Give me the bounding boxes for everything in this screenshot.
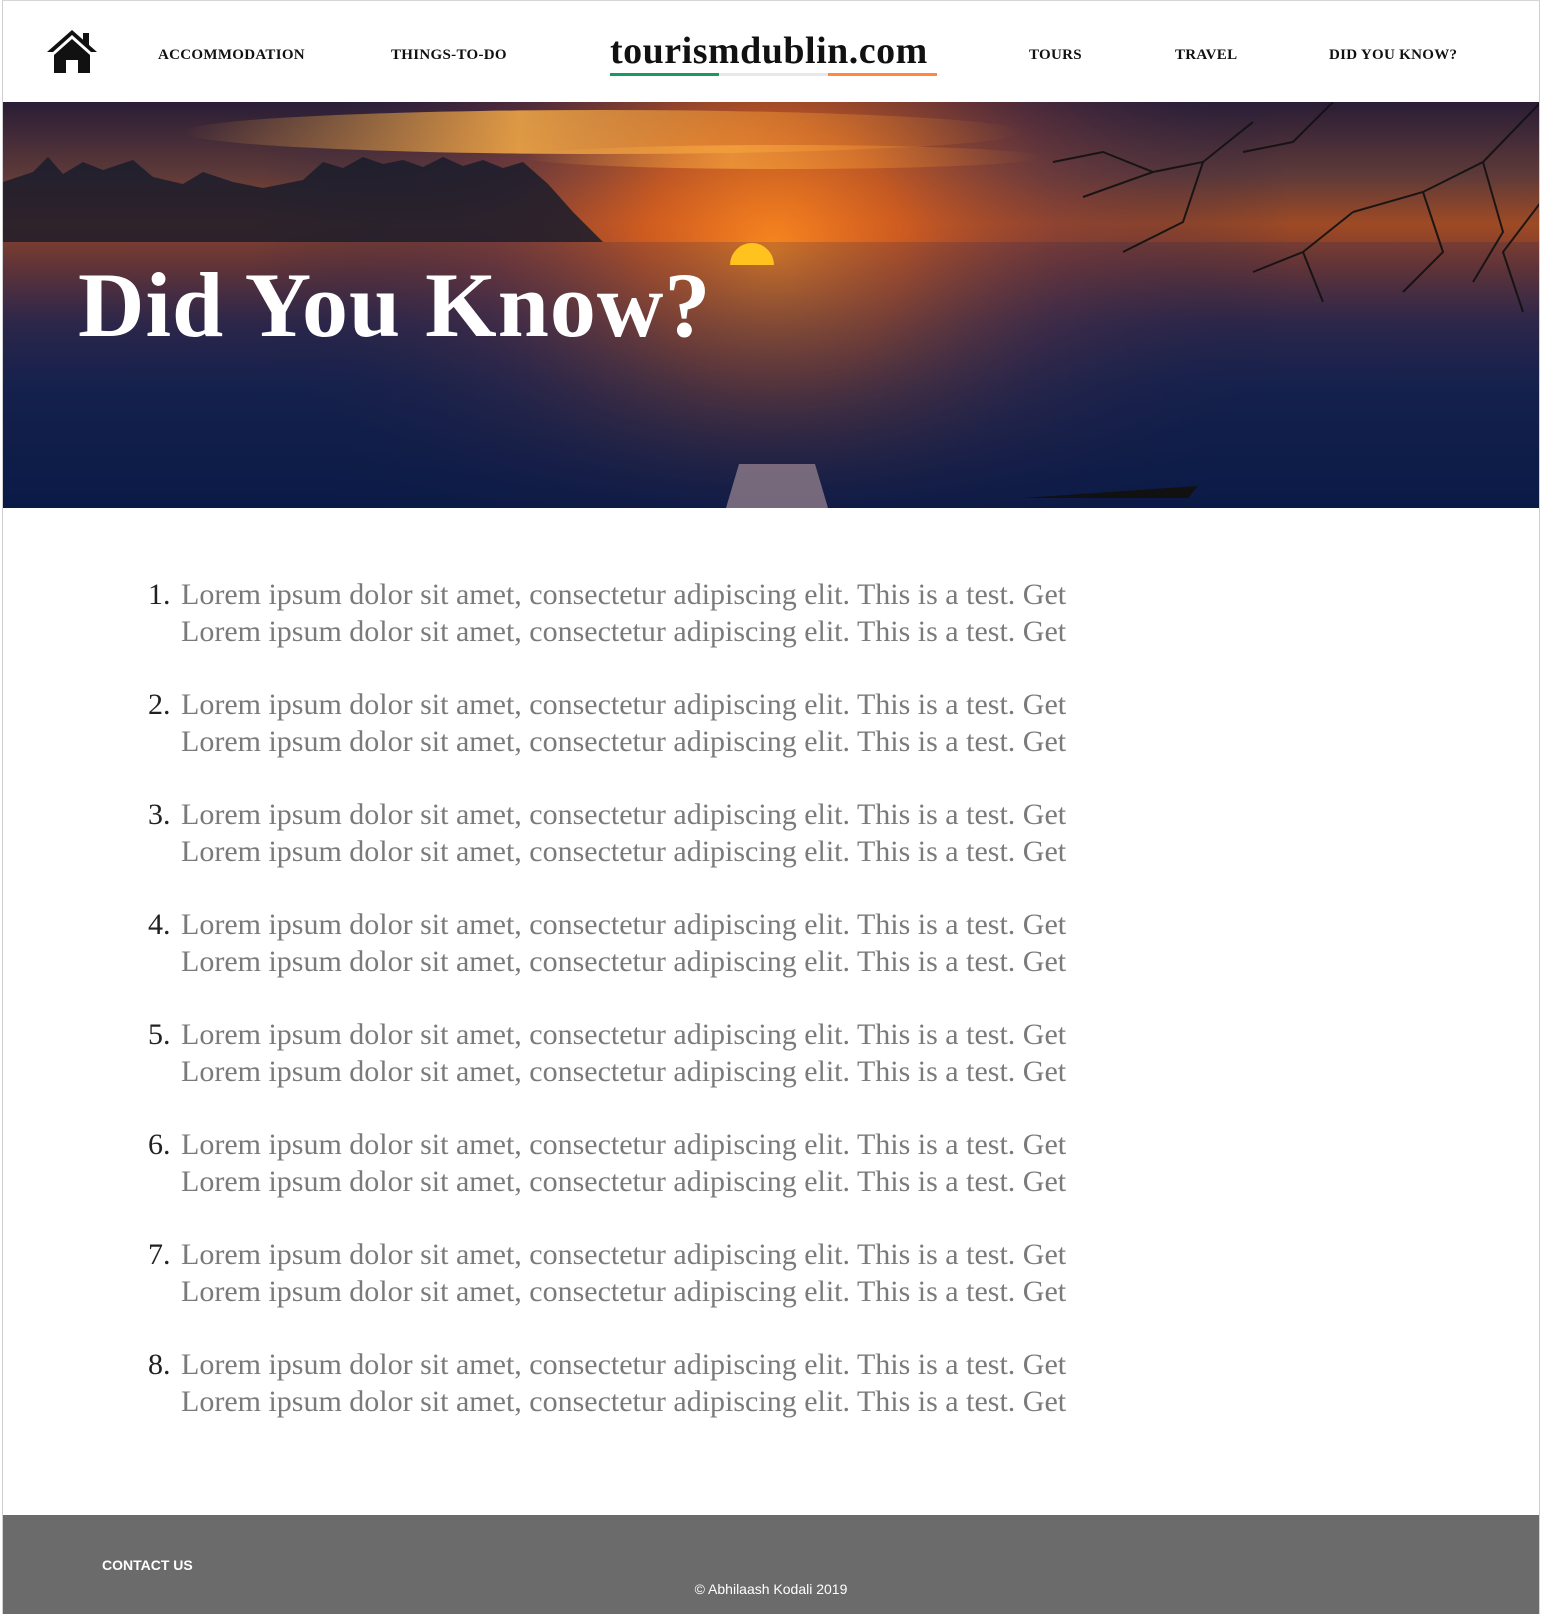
list-item-text: Lorem ipsum dolor sit amet, consectetur … bbox=[181, 615, 1067, 648]
brand-logo[interactable]: tourismdublin.com bbox=[610, 29, 928, 73]
list-item: 7. Lorem ipsum dolor sit amet, consectet… bbox=[143, 1236, 1181, 1310]
list-item-text: Lorem ipsum dolor sit amet, consectetur … bbox=[181, 835, 1067, 868]
home-icon[interactable] bbox=[45, 27, 99, 75]
list-item-text: Lorem ipsum dolor sit amet, consectetur … bbox=[181, 1385, 1067, 1418]
hero-banner: Did You Know? bbox=[3, 102, 1539, 508]
footer: CONTACT US © Abhilaash Kodali 2019 bbox=[3, 1515, 1539, 1614]
nav-link-tours[interactable]: TOURS bbox=[1029, 47, 1082, 64]
list-item-number: 6. bbox=[148, 1128, 171, 1161]
hero-title: Did You Know? bbox=[78, 254, 712, 356]
list-item: 3. Lorem ipsum dolor sit amet, consectet… bbox=[143, 796, 1181, 870]
copyright-text: © Abhilaash Kodali 2019 bbox=[694, 1581, 848, 1597]
top-navigation: ACCOMMODATION THINGS-TO-DO tourismdublin… bbox=[3, 1, 1539, 102]
list-item-text: Lorem ipsum dolor sit amet, consectetur … bbox=[181, 1128, 1067, 1161]
list-item: 2. Lorem ipsum dolor sit amet, consectet… bbox=[143, 686, 1181, 760]
list-item-text: Lorem ipsum dolor sit amet, consectetur … bbox=[181, 908, 1067, 941]
list-item-text: Lorem ipsum dolor sit amet, consectetur … bbox=[181, 1238, 1067, 1271]
list-item-number: 4. bbox=[148, 908, 171, 941]
nav-link-did-you-know[interactable]: DID YOU KNOW? bbox=[1329, 47, 1457, 64]
list-item-text: Lorem ipsum dolor sit amet, consectetur … bbox=[181, 688, 1067, 721]
list-item-text: Lorem ipsum dolor sit amet, consectetur … bbox=[181, 1348, 1067, 1381]
list-item-text: Lorem ipsum dolor sit amet, consectetur … bbox=[181, 945, 1067, 978]
list-item: 5. Lorem ipsum dolor sit amet, consectet… bbox=[143, 1016, 1181, 1090]
brand-flag-underline bbox=[610, 73, 937, 76]
list-item-text: Lorem ipsum dolor sit amet, consectetur … bbox=[181, 1165, 1067, 1198]
nav-link-things-to-do[interactable]: THINGS-TO-DO bbox=[391, 47, 507, 64]
list-item-number: 1. bbox=[148, 578, 171, 611]
list-item-text: Lorem ipsum dolor sit amet, consectetur … bbox=[181, 1275, 1067, 1308]
list-item-text: Lorem ipsum dolor sit amet, consectetur … bbox=[181, 578, 1067, 611]
nav-link-accommodation[interactable]: ACCOMMODATION bbox=[158, 47, 305, 64]
list-item-text: Lorem ipsum dolor sit amet, consectetur … bbox=[181, 798, 1067, 831]
page: ACCOMMODATION THINGS-TO-DO tourismdublin… bbox=[2, 0, 1540, 1614]
list-item: 4. Lorem ipsum dolor sit amet, consectet… bbox=[143, 906, 1181, 980]
list-item-number: 2. bbox=[148, 688, 171, 721]
list-item-text: Lorem ipsum dolor sit amet, consectetur … bbox=[181, 1055, 1067, 1088]
nav-link-travel[interactable]: TRAVEL bbox=[1175, 47, 1237, 64]
facts-list: 1. Lorem ipsum dolor sit amet, consectet… bbox=[143, 576, 1181, 1456]
list-item-number: 5. bbox=[148, 1018, 171, 1051]
list-item-text: Lorem ipsum dolor sit amet, consectetur … bbox=[181, 725, 1067, 758]
contact-us-link[interactable]: CONTACT US bbox=[102, 1557, 193, 1573]
list-item-number: 7. bbox=[148, 1238, 171, 1271]
list-item: 6. Lorem ipsum dolor sit amet, consectet… bbox=[143, 1126, 1181, 1200]
list-item-number: 3. bbox=[148, 798, 171, 831]
list-item-text: Lorem ipsum dolor sit amet, consectetur … bbox=[181, 1018, 1067, 1051]
list-item: 1. Lorem ipsum dolor sit amet, consectet… bbox=[143, 576, 1181, 650]
list-item-number: 8. bbox=[148, 1348, 171, 1381]
list-item: 8. Lorem ipsum dolor sit amet, consectet… bbox=[143, 1346, 1181, 1420]
